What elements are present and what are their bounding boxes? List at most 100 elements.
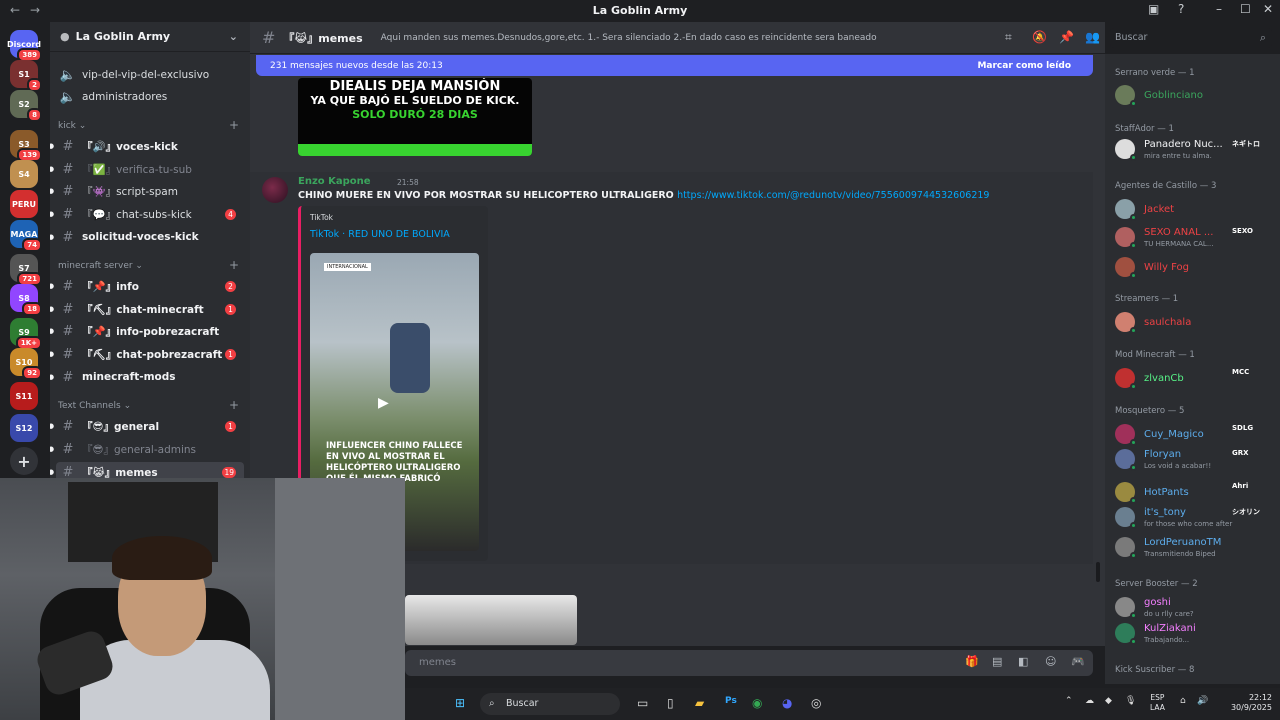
task-view-icon[interactable]: ▭ — [637, 696, 648, 710]
taskbar-search[interactable]: ⌕ Buscar — [480, 693, 620, 715]
help-icon[interactable]: ? — [1178, 2, 1184, 16]
avatar[interactable] — [1115, 312, 1137, 334]
message-input[interactable]: memes 🎁 ▤ ◧ ☺ 🎮 — [405, 650, 1093, 676]
member-item[interactable]: Floryan GRX Los void a acabar!! — [1113, 446, 1278, 472]
avatar[interactable] — [1115, 623, 1137, 645]
notifications-icon[interactable]: 🔕 — [1032, 30, 1047, 44]
add-channel-icon[interactable]: + — [229, 398, 239, 412]
avatar[interactable] — [1115, 424, 1137, 446]
member-item[interactable]: Goblinciano — [1113, 82, 1278, 108]
member-item[interactable]: zlvanCb MCC — [1113, 365, 1278, 391]
maximize-icon[interactable]: ☐ — [1240, 2, 1251, 16]
avatar[interactable] — [1115, 227, 1137, 249]
server-icon[interactable]: S9 1K+ — [10, 318, 42, 350]
new-messages-bar[interactable]: 231 mensajes nuevos desde las 20:13 Marc… — [256, 55, 1093, 76]
channel-item[interactable]: # ● 『🔊』voces-kick — [50, 136, 244, 156]
pin-icon[interactable]: 📌 — [1059, 30, 1074, 44]
server-icon[interactable]: S10 92 — [10, 348, 42, 380]
member-item[interactable]: SEXO ANAL ... SEXO TU HERMANA CAL... — [1113, 224, 1278, 250]
channel-category[interactable]: minecraft server ⌄ + — [58, 258, 239, 272]
onedrive-icon[interactable]: ☁ — [1085, 696, 1094, 706]
avatar[interactable] — [1115, 368, 1137, 390]
server-icon[interactable]: S12 — [10, 60, 42, 92]
scrollbar[interactable] — [1096, 562, 1100, 582]
server-icon[interactable]: S7 721 — [10, 254, 42, 286]
guild-header[interactable]: ● La Goblin Army ⌄ — [50, 22, 250, 52]
channel-item[interactable]: # ● 『✅』verifica-tu-sub — [50, 159, 244, 179]
add-server-icon[interactable]: + — [10, 447, 38, 475]
member-item[interactable]: goshi do u rlly care? — [1113, 594, 1278, 620]
gift-icon[interactable]: 🎁 — [965, 655, 979, 668]
avatar[interactable] — [262, 177, 288, 203]
member-item[interactable]: Cuy_Magico SDLG — [1113, 421, 1278, 447]
tray-chevron-icon[interactable]: ⌃ — [1065, 696, 1073, 706]
channel-item[interactable]: # ● 『😎』general-admins — [50, 439, 244, 459]
member-item[interactable]: it's_tony シオリン for those who come after — [1113, 504, 1278, 530]
inbox-icon[interactable]: ▣ — [1148, 2, 1159, 16]
channel-item[interactable]: # ● solicitud-voces-kick — [50, 227, 244, 247]
server-icon[interactable]: S8 18 — [10, 284, 42, 316]
message-author[interactable]: Enzo Kapone — [298, 176, 371, 187]
server-icon[interactable]: Discord 389 — [7, 30, 42, 62]
app-icon[interactable]: ▯ — [667, 696, 674, 710]
server-icon[interactable]: S4 — [10, 160, 38, 188]
avatar[interactable] — [1115, 507, 1137, 529]
mark-as-read-button[interactable]: Marcar como leído — [977, 61, 1071, 71]
microphone-icon[interactable]: 🎙 — [1125, 696, 1136, 706]
member-item[interactable]: LordPeruanoTM Transmitiendo Biped — [1113, 534, 1278, 560]
file-explorer-icon[interactable]: ▰ — [695, 696, 704, 710]
channel-item[interactable]: # ● 『📌』info-pobrezacraft — [50, 321, 244, 341]
member-item[interactable]: Panadero Nuc... ネギトロ mira entre tu alma. — [1113, 136, 1278, 162]
channel-item[interactable]: # ● 『⛏』chat-pobrezacraft 1 — [50, 344, 244, 364]
channel-category[interactable]: kick ⌄ + — [58, 118, 239, 132]
add-channel-icon[interactable]: + — [229, 258, 239, 272]
avatar[interactable] — [1115, 449, 1137, 471]
gif-icon[interactable]: ▤ — [992, 655, 1002, 668]
server-icon[interactable]: S12 — [10, 414, 38, 442]
server-icon[interactable]: S2 8 — [10, 90, 42, 122]
server-icon[interactable]: PERU — [10, 190, 38, 218]
server-icon[interactable]: S11 — [10, 382, 38, 410]
avatar[interactable] — [1115, 139, 1137, 161]
channel-item[interactable]: # ● 『💬』chat-subs-kick 4 — [50, 204, 244, 224]
search-input[interactable]: Buscar ⌕ — [1110, 28, 1272, 48]
photoshop-icon[interactable]: Ps — [725, 696, 737, 706]
channel-item[interactable]: # ● 『😎』general 1 — [50, 416, 244, 436]
channel-item[interactable]: # ● 『⛏』chat-minecraft 1 — [50, 299, 244, 319]
emoji-icon[interactable]: ☺ — [1045, 655, 1056, 668]
discord-icon[interactable]: ◕ — [782, 696, 792, 710]
close-icon[interactable]: ✕ — [1263, 2, 1273, 16]
member-item[interactable]: saulchala — [1113, 309, 1278, 335]
volume-icon[interactable]: 🔊 — [1197, 696, 1208, 706]
channel-topic[interactable]: Aqui manden sus memes.Desnudos,gore,etc.… — [381, 33, 877, 43]
avatar[interactable] — [1115, 199, 1137, 221]
channel-category[interactable]: Text Channels ⌄ + — [58, 398, 239, 412]
apps-icon[interactable]: 🎮 — [1071, 655, 1085, 668]
avatar[interactable] — [1115, 482, 1137, 504]
member-list-icon[interactable]: 👥 — [1085, 30, 1100, 44]
channel-item[interactable]: 🔈 administradores — [56, 87, 244, 107]
tray-app-icon[interactable]: ◆ — [1105, 696, 1112, 706]
meme-image[interactable] — [405, 595, 577, 645]
play-icon[interactable]: ▶ — [378, 395, 389, 411]
server-icon[interactable]: MAGA 74 — [10, 220, 42, 252]
channel-item[interactable]: # ● 『👾』script-spam — [50, 181, 244, 201]
clock[interactable]: 22:12 30/9/2025 — [1231, 693, 1272, 713]
channel-item[interactable]: # ● 『📌』info 2 — [50, 276, 244, 296]
add-channel-icon[interactable]: + — [229, 118, 239, 132]
avatar[interactable] — [1115, 537, 1137, 559]
member-item[interactable]: KulZiakani Trabajando... — [1113, 620, 1278, 646]
channel-item[interactable]: 🔈 vip-del-vip-del-exclusivo — [56, 65, 244, 85]
channel-item[interactable]: # ● minecraft-mods — [50, 367, 244, 387]
avatar[interactable] — [1115, 597, 1137, 619]
server-icon[interactable]: S3 139 — [10, 130, 42, 162]
sticker-icon[interactable]: ◧ — [1018, 655, 1028, 668]
minimize-icon[interactable]: – — [1216, 2, 1222, 16]
threads-icon[interactable]: ⌗ — [1005, 30, 1012, 45]
embed-title[interactable]: TikTok · RED UNO DE BOLIVIA — [310, 229, 450, 240]
language-indicator[interactable]: ESP LAA — [1150, 693, 1165, 713]
app-icon[interactable]: ◎ — [811, 696, 821, 710]
windows-start-icon[interactable]: ⊞ — [455, 696, 465, 710]
meme-image[interactable]: DIEALIS DEJA MANSIÓN YA QUE BAJÓ EL SUEL… — [298, 78, 532, 156]
avatar[interactable] — [1115, 85, 1137, 107]
